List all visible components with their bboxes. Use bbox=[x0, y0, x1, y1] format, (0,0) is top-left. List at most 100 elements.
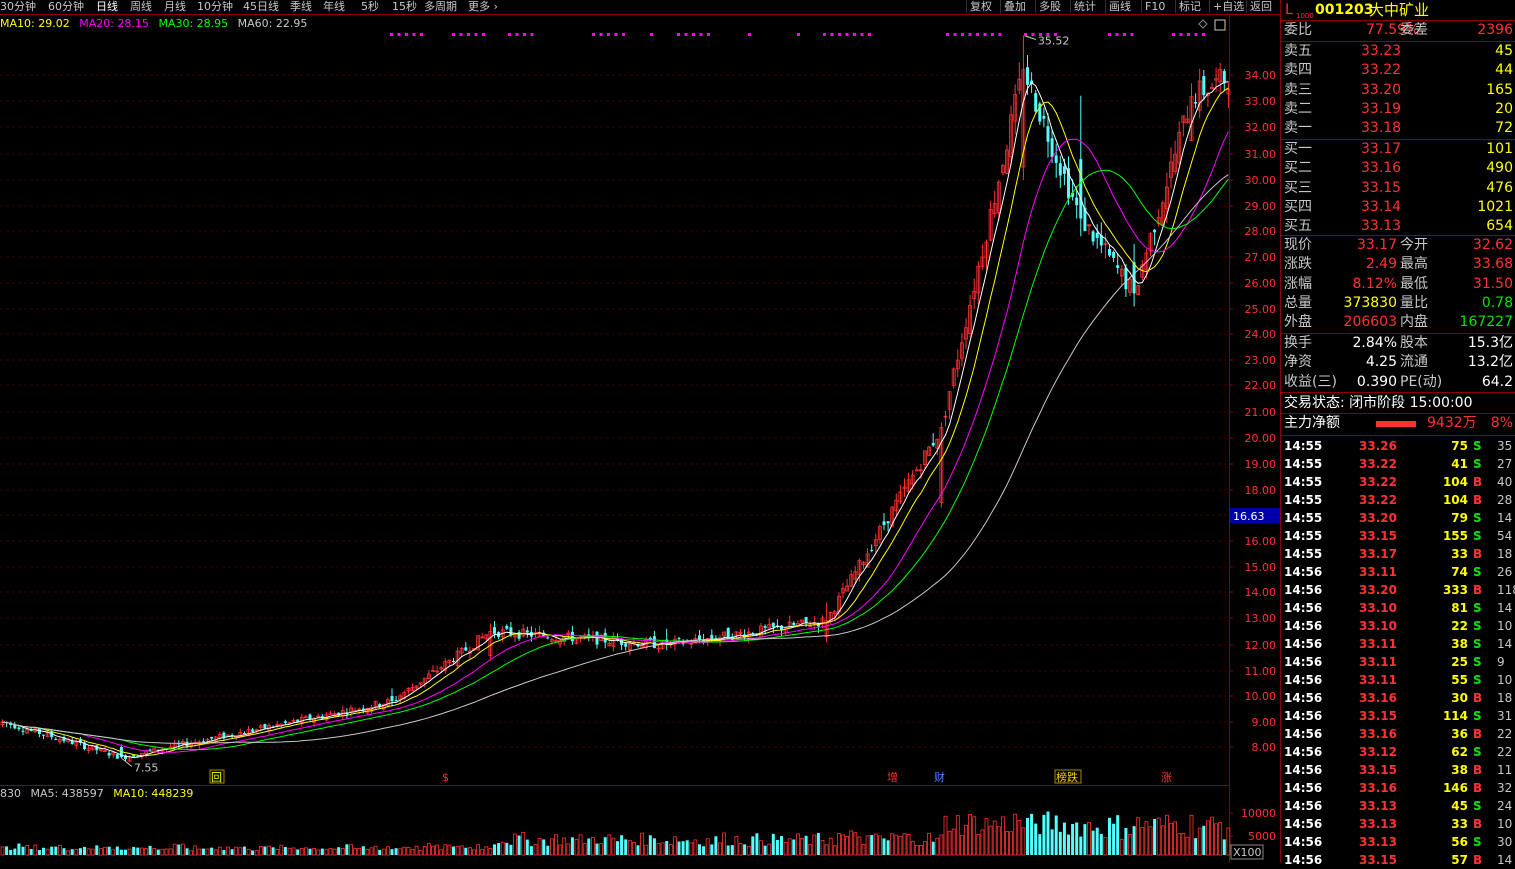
volume-legend: 830 MA5: 438597 MA10: 448239 bbox=[0, 787, 199, 800]
bid-row[interactable]: 买一 33.17 101 bbox=[1281, 140, 1515, 159]
volume-bar bbox=[902, 833, 907, 856]
volume-bar bbox=[345, 844, 349, 855]
period-tab[interactable]: 15秒 bbox=[392, 0, 417, 13]
volume-bar bbox=[136, 847, 140, 855]
volume-bar bbox=[509, 844, 513, 855]
quote-stat-row: 涨幅 8.12% 最低 31.50 bbox=[1284, 275, 1513, 292]
volume-bar bbox=[365, 849, 370, 856]
signal-dot bbox=[1054, 33, 1057, 36]
period-tab[interactable]: 30分钟 bbox=[0, 0, 36, 13]
volume-bar bbox=[238, 847, 243, 856]
signal-dot bbox=[397, 33, 401, 36]
toolbar-button[interactable]: 标记 bbox=[1175, 0, 1204, 13]
volume-bar bbox=[1021, 827, 1026, 856]
price-tick-label: 26.00 bbox=[1245, 277, 1277, 290]
toolbar-button[interactable]: 统计 bbox=[1070, 0, 1099, 13]
candle-body bbox=[870, 549, 874, 551]
volume-bar bbox=[525, 839, 529, 855]
period-tab[interactable]: 年线 bbox=[323, 0, 345, 13]
volume-bar bbox=[1079, 836, 1083, 855]
quote-stat-row: 外盘 206603 内盘 167227 bbox=[1284, 314, 1513, 331]
volume-bar bbox=[849, 830, 854, 856]
volume-bar bbox=[132, 846, 136, 855]
volume-bar bbox=[337, 847, 341, 855]
candle-body bbox=[1108, 249, 1111, 256]
volume-bar bbox=[464, 847, 468, 855]
period-tab[interactable]: 季线 bbox=[290, 0, 312, 13]
toolbar-button[interactable]: +自选 bbox=[1209, 0, 1247, 13]
candle-body bbox=[1042, 115, 1046, 119]
signal-dot bbox=[797, 33, 800, 36]
ask-row[interactable]: 卖一 33.18 72 bbox=[1281, 119, 1515, 138]
volume-bar bbox=[746, 845, 751, 856]
volume-bar bbox=[587, 838, 591, 855]
bid-row[interactable]: 买三 33.15 476 bbox=[1281, 179, 1515, 198]
volume-bar bbox=[484, 846, 489, 856]
volume-bar bbox=[115, 846, 119, 855]
volume-bar bbox=[988, 825, 993, 856]
volume-bar bbox=[369, 847, 374, 856]
signal-dot bbox=[420, 33, 423, 36]
period-tab[interactable]: 多周期 bbox=[424, 0, 457, 13]
period-tab[interactable]: 日线 bbox=[96, 0, 118, 13]
toolbar-button[interactable]: 返回 bbox=[1246, 0, 1275, 13]
volume-bar bbox=[861, 844, 866, 856]
signal-dot bbox=[1024, 33, 1027, 36]
volume-bar bbox=[968, 814, 972, 856]
kline-chart[interactable]: 34.00 33.00 32.00 31.00 30.00 29.00 28.00 27.00… bbox=[0, 0, 1281, 862]
period-tab[interactable]: 10分钟 bbox=[197, 0, 233, 13]
bid-row[interactable]: 买五 33.13 654 bbox=[1281, 217, 1515, 236]
volume-bar bbox=[681, 841, 685, 855]
candle-body bbox=[1194, 101, 1198, 104]
period-tab[interactable]: 45日线 bbox=[243, 0, 279, 13]
toolbar-button[interactable]: F10 bbox=[1141, 0, 1168, 13]
volume-bar bbox=[570, 837, 574, 855]
candle-body bbox=[525, 630, 529, 633]
volume-bar bbox=[923, 841, 927, 856]
volume-bar bbox=[459, 845, 464, 856]
volume-bar bbox=[1013, 813, 1018, 856]
volume-bar bbox=[119, 849, 123, 855]
stock-code: 001203 bbox=[1315, 2, 1374, 18]
volume-bar bbox=[1108, 817, 1111, 855]
toolbar-button[interactable]: 画线 bbox=[1105, 0, 1134, 13]
candle-body bbox=[710, 634, 714, 640]
vol-ma10-legend: MA10: 448239 bbox=[113, 787, 194, 800]
volume-bar bbox=[308, 848, 312, 855]
candle-body bbox=[210, 736, 214, 739]
volume-bar bbox=[677, 841, 681, 855]
quote-stat-row: 涨跌 2.49 最高 33.68 bbox=[1284, 256, 1513, 273]
period-tab[interactable]: 60分钟 bbox=[48, 0, 84, 13]
volume-bar bbox=[656, 843, 661, 856]
volume-bar bbox=[189, 850, 194, 856]
high-marker-line bbox=[1023, 35, 1037, 40]
tick-row: 14:55 33.22 41 S 27 bbox=[1284, 457, 1513, 471]
bid-row[interactable]: 买四 33.14 1021 bbox=[1281, 198, 1515, 217]
tick-row: 14:56 33.15 57 B 14 bbox=[1284, 853, 1513, 867]
ma10-legend: MA10: 29.02 bbox=[0, 17, 70, 30]
period-tab[interactable]: 月线 bbox=[164, 0, 186, 13]
volume-bar bbox=[812, 834, 817, 856]
signal-dot bbox=[998, 33, 1002, 36]
volume-bar bbox=[1144, 821, 1149, 856]
ask-row[interactable]: 卖五 33.23 45 bbox=[1281, 42, 1515, 61]
price-tick-label: 19.00 bbox=[1245, 458, 1277, 471]
signal-dot bbox=[622, 33, 625, 36]
ask-row[interactable]: 卖二 33.19 20 bbox=[1281, 100, 1515, 119]
toolbar-button[interactable]: 复权 bbox=[966, 0, 995, 13]
volume-bar bbox=[603, 837, 607, 855]
period-tab[interactable]: 更多 › bbox=[468, 0, 498, 13]
ask-row[interactable]: 卖三 33.20 165 bbox=[1281, 81, 1515, 100]
signal-dot bbox=[677, 33, 680, 36]
volume-bar bbox=[21, 846, 25, 855]
toolbar-button[interactable]: 多股 bbox=[1035, 0, 1064, 13]
toolbar-button[interactable]: 叠加 bbox=[1000, 0, 1029, 13]
period-tab[interactable]: 周线 bbox=[130, 0, 152, 13]
bid-row[interactable]: 买二 33.16 490 bbox=[1281, 159, 1515, 178]
window-toggle-icon bbox=[1214, 19, 1226, 31]
quote-stat-row: 总量 373830 量比 0.78 bbox=[1284, 294, 1513, 311]
price-tick-label: 18.00 bbox=[1245, 484, 1277, 497]
candle-body bbox=[148, 749, 152, 751]
ask-row[interactable]: 卖四 33.22 44 bbox=[1281, 61, 1515, 80]
period-tab[interactable]: 5秒 bbox=[361, 0, 379, 13]
